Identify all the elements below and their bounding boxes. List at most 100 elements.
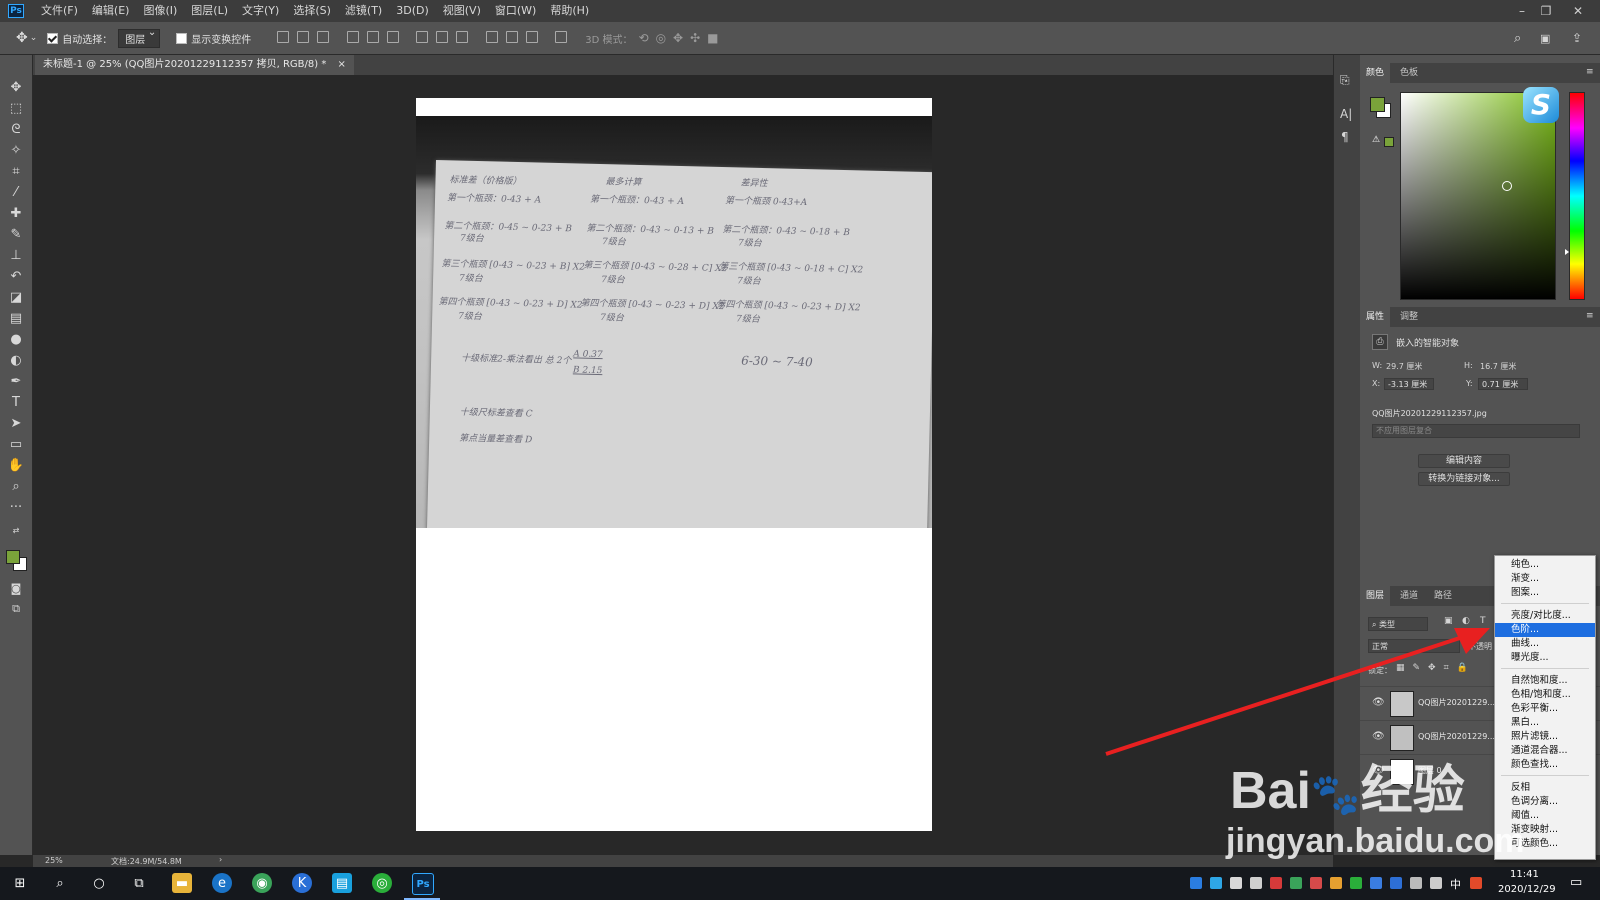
menu-item-color-balance[interactable]: 色彩平衡...: [1495, 702, 1595, 716]
menu-type[interactable]: 文字(Y): [235, 0, 286, 22]
menu-image[interactable]: 图像(I): [136, 0, 184, 22]
k-app-icon[interactable]: K: [292, 873, 312, 893]
shield-icon[interactable]: [1390, 877, 1402, 889]
distribute-right-icon[interactable]: [525, 30, 538, 43]
tray-icon[interactable]: [1330, 877, 1342, 889]
x-position-field[interactable]: -3.13 厘米: [1384, 378, 1434, 390]
file-explorer-icon[interactable]: ▬: [172, 873, 192, 893]
wechat-icon[interactable]: ◎: [372, 873, 392, 893]
tray-wechat-icon[interactable]: [1350, 877, 1362, 889]
path-selection-tool-icon[interactable]: ➤: [7, 414, 25, 432]
status-chevron-icon[interactable]: ›: [219, 855, 222, 864]
blur-tool-icon[interactable]: ●: [7, 330, 25, 348]
foreground-color-swatch[interactable]: [6, 550, 20, 564]
brush-tool-icon[interactable]: ✎: [7, 225, 25, 243]
zoom-level[interactable]: 25%: [45, 856, 63, 865]
zoom-tool-icon[interactable]: ⌕: [7, 477, 25, 495]
tray-icon[interactable]: [1210, 877, 1222, 889]
tray-icon[interactable]: [1230, 877, 1242, 889]
hue-slider-handle[interactable]: [1565, 249, 1569, 255]
menu-item-brightness-contrast[interactable]: 亮度/对比度...: [1495, 609, 1595, 623]
sogou-floating-icon[interactable]: S: [1523, 87, 1559, 123]
workspace-icon[interactable]: ▣: [1540, 32, 1550, 45]
panel-menu-icon[interactable]: ≡: [1586, 311, 1594, 321]
gamut-color-chip[interactable]: [1384, 137, 1394, 147]
tray-icon[interactable]: [1270, 877, 1282, 889]
y-position-field[interactable]: 0.71 厘米: [1478, 378, 1528, 390]
3d-mode-icons[interactable]: ⟲◎✥✣■: [639, 31, 726, 45]
screen-mode-icon[interactable]: ⧉: [7, 600, 25, 618]
menu-3d[interactable]: 3D(D): [389, 0, 436, 22]
clock-time[interactable]: 11:41: [1510, 869, 1539, 880]
align-vcenter-icon[interactable]: [297, 30, 310, 43]
hue-slider[interactable]: [1565, 92, 1585, 300]
share-icon[interactable]: ⇪: [1572, 31, 1582, 45]
menu-item-photo-filter[interactable]: 照片滤镜...: [1495, 730, 1595, 744]
marquee-tool-icon[interactable]: ⬚: [7, 99, 25, 117]
minimize-icon[interactable]: –: [1510, 0, 1534, 22]
show-transform-checkbox[interactable]: [176, 32, 188, 44]
menu-filter[interactable]: 滤镜(T): [338, 0, 389, 22]
menu-item-solid-color[interactable]: 纯色...: [1495, 558, 1595, 572]
auto-select-dropdown[interactable]: 图层: [118, 27, 161, 48]
task-view-icon[interactable]: ⧉: [129, 873, 149, 893]
menu-item-gradient[interactable]: 渐变...: [1495, 572, 1595, 586]
menu-item-channel-mixer[interactable]: 通道混合器...: [1495, 744, 1595, 758]
dodge-tool-icon[interactable]: ◐: [7, 351, 25, 369]
menu-item-levels[interactable]: 色阶...: [1495, 623, 1595, 637]
notification-icon[interactable]: ▭: [1570, 875, 1582, 890]
out-of-gamut-warning-icon[interactable]: ⚠: [1372, 135, 1380, 145]
layer-photo[interactable]: 标准差（价格版） 最多计算 差异性 第一个瓶颈：0-43 + A 第一个瓶颈：0…: [416, 116, 932, 528]
photoshop-taskbar-icon[interactable]: Ps: [412, 873, 434, 895]
sogou-tray-icon[interactable]: [1470, 877, 1482, 889]
convert-to-linked-button[interactable]: 转换为链接对象...: [1418, 472, 1510, 486]
width-value[interactable]: 29.7 厘米: [1386, 361, 1422, 372]
document-tab[interactable]: 未标题-1 @ 25% (QQ图片20201229112357 拷贝, RGB/…: [35, 55, 354, 75]
align-right-icon[interactable]: [386, 30, 399, 43]
distribute-top-icon[interactable]: [416, 30, 429, 43]
close-icon[interactable]: ✕: [1566, 0, 1590, 22]
tab-adjustments[interactable]: 调整: [1394, 307, 1424, 327]
eraser-tool-icon[interactable]: ◪: [7, 288, 25, 306]
close-tab-icon[interactable]: ×: [338, 59, 346, 70]
auto-align-icon[interactable]: [555, 30, 568, 43]
move-tool-icon[interactable]: ✥: [7, 78, 25, 96]
distribute-left-icon[interactable]: [485, 30, 498, 43]
tab-color[interactable]: 颜色: [1360, 63, 1391, 83]
app-icon[interactable]: ▤: [332, 873, 352, 893]
tab-properties[interactable]: 属性: [1360, 307, 1391, 327]
search-icon[interactable]: ⌕: [1514, 31, 1521, 46]
tab-layers[interactable]: 图层: [1360, 586, 1391, 606]
rectangle-tool-icon[interactable]: ▭: [7, 435, 25, 453]
tool-preset-chevron-icon[interactable]: ⌄: [30, 33, 38, 43]
pen-tool-icon[interactable]: ✒: [7, 372, 25, 390]
distribute-vcenter-icon[interactable]: [436, 30, 449, 43]
menu-edit[interactable]: 编辑(E): [85, 0, 137, 22]
color-picker-cursor[interactable]: [1502, 181, 1512, 191]
volume-icon[interactable]: [1430, 877, 1442, 889]
auto-select-checkbox[interactable]: [47, 32, 59, 44]
menu-select[interactable]: 选择(S): [286, 0, 338, 22]
align-top-icon[interactable]: [277, 30, 290, 43]
tray-icon[interactable]: [1290, 877, 1302, 889]
browser-icon[interactable]: ◉: [252, 873, 272, 893]
distribute-bottom-icon[interactable]: [456, 30, 469, 43]
network-icon[interactable]: [1410, 877, 1422, 889]
menu-window[interactable]: 窗口(W): [488, 0, 543, 22]
swap-colors-icon[interactable]: ⇄: [7, 521, 25, 539]
tray-icon[interactable]: [1370, 877, 1382, 889]
align-left-icon[interactable]: [346, 30, 359, 43]
tab-paths[interactable]: 路径: [1428, 586, 1458, 606]
gradient-tool-icon[interactable]: ▤: [7, 309, 25, 327]
eyedropper-tool-icon[interactable]: ⁄: [7, 183, 25, 201]
tab-channels[interactable]: 通道: [1394, 586, 1424, 606]
menu-view[interactable]: 视图(V): [436, 0, 488, 22]
magic-wand-tool-icon[interactable]: ✧: [7, 141, 25, 159]
microphone-icon[interactable]: [1250, 877, 1262, 889]
more-tools-icon[interactable]: ···: [7, 498, 25, 516]
move-tool-icon[interactable]: ✥: [16, 30, 28, 46]
edge-browser-icon[interactable]: e: [212, 873, 232, 893]
lasso-tool-icon[interactable]: ᘓ: [7, 120, 25, 138]
align-hcenter-icon[interactable]: [366, 30, 379, 43]
menu-layer[interactable]: 图层(L): [184, 0, 235, 22]
